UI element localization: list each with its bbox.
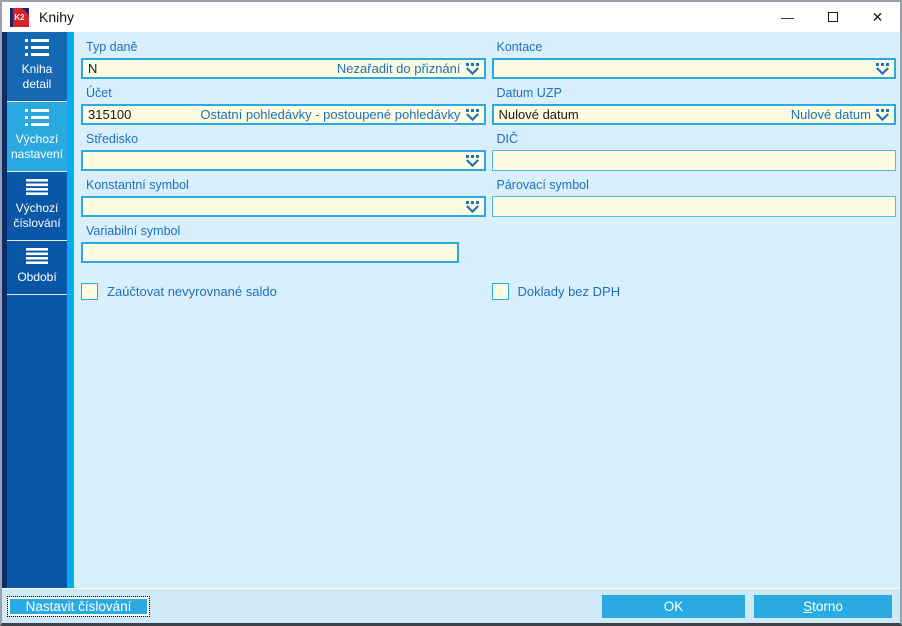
datum-uzp-combobox[interactable]: Nulové datum Nulové datum [491,104,896,125]
detail-list-icon [25,39,49,56]
field-label: Datum UZP [496,86,562,100]
sidebar-item-label: Období [17,270,57,284]
field-label: Párovací symbol [496,178,589,192]
stredisko-combobox[interactable] [81,150,486,171]
sidebar-item-kniha-detail[interactable]: Kniha detail [7,32,67,102]
field-label: DIČ [496,132,519,146]
titlebar: K2 Knihy — ✕ [2,2,900,32]
k2-logo-text: K2 [14,12,25,22]
checkbox-row: Zaúčtovat nevyrovnané saldo Doklady bez … [81,283,896,300]
dropdown-icon[interactable] [465,200,479,213]
field-variabilni-symbol: Variabilní symbol [81,224,486,263]
menu-lines-icon [26,248,48,264]
dropdown-icon[interactable] [876,108,889,121]
form-content: Typ daně N Nezařadit do přiznání Účet 31… [74,32,900,588]
field-kontace: Kontace [491,40,896,79]
footer-bar: Nastavit číslování OK Storno [2,588,900,623]
field-display-text: Ostatní pohledávky - postoupené pohledáv… [200,107,461,122]
field-display-text: Nulové datum [790,107,871,122]
form-column-left: Typ daně N Nezařadit do přiznání Účet 31… [81,40,486,270]
field-label: Kontace [496,40,543,54]
field-konstantni-symbol: Konstantní symbol [81,178,486,217]
dropdown-icon[interactable] [465,108,479,121]
nastavit-cislovani-button[interactable]: Nastavit číslování [7,595,150,617]
dropdown-icon[interactable] [465,154,479,167]
sidebar-item-obdobi[interactable]: Období [7,241,67,295]
dropdown-icon[interactable] [465,62,479,75]
knihy-dialog-window: K2 Knihy — ✕ Kniha detail Výchozí nastav… [0,0,902,626]
minimize-button[interactable]: — [765,2,810,32]
sidebar-item-vychozi-nastaveni[interactable]: Výchozí nastavení [7,102,67,172]
field-stredisko: Středisko [81,132,486,171]
field-label: Středisko [86,132,139,146]
dropdown-icon[interactable] [876,62,889,75]
ucet-combobox[interactable]: 315100 Ostatní pohledávky - postoupené p… [81,104,486,125]
field-ucet: Účet 315100 Ostatní pohledávky - postoup… [81,86,486,125]
form-column-right: Kontace Datum UZP Nulové datum Nulové da… [491,40,896,270]
variabilni-symbol-input[interactable] [81,242,460,263]
typ-dane-combobox[interactable]: N Nezařadit do přiznání [81,58,486,79]
field-datum-uzp: Datum UZP Nulové datum Nulové datum [491,86,896,125]
storno-button[interactable]: Storno [754,594,892,618]
checkbox-label: Zaúčtovat nevyrovnané saldo [107,284,277,299]
window-controls: — ✕ [765,2,900,32]
field-typ-dane: Typ daně N Nezařadit do přiznání [81,40,486,79]
ok-button[interactable]: OK [602,594,745,618]
kontace-combobox[interactable] [491,58,896,79]
parovaci-symbol-input[interactable] [491,196,896,217]
field-value: Nulové datum [498,107,579,122]
field-value: 315100 [88,107,132,122]
doklady-bez-dph-checkbox[interactable] [491,283,509,300]
field-label: Variabilní symbol [86,224,181,238]
sidebar-accent-strip [67,32,74,588]
field-label: Konstantní symbol [86,178,189,192]
form-grid: Typ daně N Nezařadit do přiznání Účet 31… [81,40,896,270]
storno-label-rest: torno [812,598,843,614]
detail-list-icon [25,109,49,126]
sidebar-item-label: Výchozí nastavení [10,132,64,161]
maximize-icon [827,12,838,22]
field-display-text: Nezařadit do přiznání [336,61,461,76]
k2-app-icon: K2 [10,7,29,27]
menu-lines-icon [26,179,48,195]
maximize-button[interactable] [810,2,855,32]
konstantni-symbol-combobox[interactable] [81,196,486,217]
sidebar: Kniha detail Výchozí nastavení Výchozí č… [7,32,67,588]
field-label: Typ daně [86,40,138,54]
zauctovat-saldo-checkbox-group: Zaúčtovat nevyrovnané saldo [81,283,486,300]
sidebar-item-vychozi-cislovani[interactable]: Výchozí číslování [7,172,67,241]
field-dic: DIČ [491,132,896,171]
checkbox-label: Doklady bez DPH [517,284,621,299]
storno-accelerator: S [803,598,813,614]
window-title: Knihy [39,9,75,25]
close-button[interactable]: ✕ [855,2,900,32]
zauctovat-saldo-checkbox[interactable] [81,283,98,300]
dic-input[interactable] [491,150,896,171]
field-parovaci-symbol: Párovací symbol [491,178,896,217]
dialog-body: Kniha detail Výchozí nastavení Výchozí č… [2,32,900,588]
sidebar-item-label: Výchozí číslování [13,201,61,230]
field-label: Účet [86,86,112,100]
sidebar-item-label: Kniha detail [21,62,53,91]
doklady-bez-dph-checkbox-group: Doklady bez DPH [491,283,897,300]
field-value: N [88,61,98,76]
